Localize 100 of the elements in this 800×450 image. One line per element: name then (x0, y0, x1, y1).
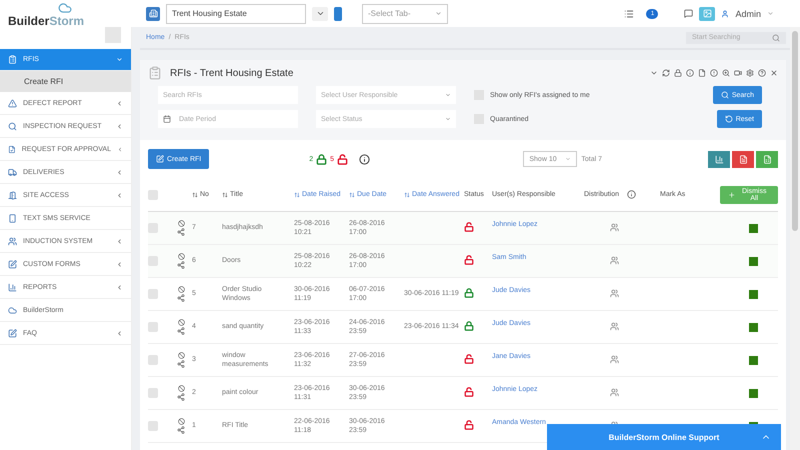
sidebar-subitem[interactable]: Create RFI (0, 71, 131, 92)
block-icon[interactable] (178, 220, 184, 227)
clipboard-icon (148, 66, 162, 80)
block-icon[interactable] (178, 352, 184, 359)
chevron-left-icon (116, 260, 123, 268)
row-checkbox[interactable] (148, 355, 158, 365)
scrollbar[interactable] (790, 27, 800, 450)
share-icon[interactable] (177, 294, 185, 302)
share-icon[interactable] (177, 261, 185, 269)
info-icon[interactable] (686, 69, 694, 77)
share-icon[interactable] (177, 228, 185, 236)
block-icon[interactable] (178, 418, 184, 425)
alert-icon[interactable] (710, 69, 718, 77)
settings-icon[interactable] (746, 69, 754, 77)
cloud-logo-icon (58, 1, 72, 15)
caret-icon (445, 92, 451, 98)
select-all-checkbox[interactable] (148, 190, 158, 200)
people-icon[interactable] (610, 256, 619, 264)
edit-icon (156, 155, 164, 163)
people-icon[interactable] (610, 322, 619, 330)
truck-icon (8, 168, 17, 176)
share-icon[interactable] (177, 360, 185, 368)
people-icon[interactable] (610, 288, 619, 298)
row-checkbox[interactable] (148, 256, 158, 266)
sort-icon[interactable] (192, 192, 198, 198)
block-icon[interactable] (178, 319, 184, 326)
caret-icon (445, 116, 451, 122)
document-icon (738, 154, 748, 164)
row-checkbox[interactable] (148, 223, 158, 233)
dropdown-button[interactable] (312, 6, 328, 20)
zoom-icon[interactable] (722, 69, 730, 77)
row-checkbox[interactable] (148, 388, 158, 398)
building-icon (148, 9, 158, 18)
mark-button[interactable] (749, 322, 758, 332)
info-icon[interactable] (627, 190, 636, 199)
chevron-left-icon (116, 168, 123, 176)
warning-icon (8, 98, 17, 108)
chat-icon[interactable] (684, 9, 694, 18)
share-icon[interactable] (177, 426, 185, 434)
phone-icon (8, 214, 17, 222)
mark-button[interactable] (749, 388, 758, 398)
chevron-left-icon (116, 100, 123, 106)
clipboard-icon (8, 55, 17, 64)
mark-button[interactable] (749, 290, 758, 298)
row-checkbox[interactable] (148, 421, 158, 431)
search-icon (720, 91, 729, 99)
help-icon[interactable] (758, 69, 766, 77)
bar-chart-icon (714, 154, 724, 164)
sidebar-toggle[interactable] (105, 27, 121, 43)
document-icon[interactable] (698, 69, 706, 77)
building-button[interactable] (146, 6, 160, 20)
collapse-icon[interactable] (650, 69, 658, 77)
chevron-left-icon (116, 122, 123, 130)
row-checkbox[interactable] (148, 289, 158, 299)
chevron-left-icon (116, 238, 123, 244)
add-button[interactable] (334, 6, 342, 20)
people-icon[interactable] (610, 354, 619, 364)
tab-select[interactable]: -Select Tab- (362, 4, 448, 24)
sort-icon[interactable] (404, 192, 410, 198)
block-icon[interactable] (178, 286, 184, 293)
share-icon[interactable] (177, 327, 185, 335)
people-icon (8, 236, 17, 246)
user-menu[interactable]: Admin (735, 8, 761, 18)
chevron-left-icon (116, 192, 123, 198)
edit-icon (8, 328, 17, 338)
image-icon (702, 9, 712, 18)
excel-button[interactable] (756, 150, 778, 168)
mark-button[interactable] (749, 256, 758, 266)
lock-icon[interactable] (674, 69, 682, 77)
mark-button[interactable] (749, 356, 758, 364)
calendar-icon (163, 115, 171, 123)
pdf-button[interactable] (732, 150, 754, 168)
sort-icon[interactable] (294, 192, 300, 198)
people-icon[interactable] (610, 222, 619, 232)
logo-text: Builder (8, 15, 50, 27)
project-select[interactable]: Trent Housing Estate (166, 4, 306, 24)
block-icon[interactable] (178, 385, 184, 392)
mark-button[interactable] (749, 224, 758, 232)
block-icon[interactable] (178, 253, 184, 260)
share-icon[interactable] (177, 393, 185, 401)
chart-button[interactable] (708, 150, 730, 168)
bar-chart-icon (8, 282, 17, 292)
people-icon[interactable] (610, 388, 619, 396)
sort-icon[interactable] (222, 192, 228, 198)
door-icon (8, 190, 17, 200)
support-chat-toast[interactable]: BuilderStorm Online Support (547, 424, 781, 450)
video-icon[interactable] (734, 69, 742, 77)
caret-icon (565, 156, 572, 162)
sort-icon[interactable] (349, 192, 355, 198)
chevron-down-icon (116, 56, 123, 63)
info-icon[interactable] (359, 154, 370, 164)
plus-icon (728, 190, 736, 198)
cloud-icon (8, 306, 17, 314)
close-icon[interactable] (770, 69, 778, 77)
refresh-icon[interactable] (662, 69, 670, 77)
row-checkbox[interactable] (148, 322, 158, 332)
list-icon[interactable] (624, 8, 634, 18)
caret-icon (435, 10, 442, 17)
reset-icon (724, 115, 733, 123)
document-icon (8, 144, 16, 154)
